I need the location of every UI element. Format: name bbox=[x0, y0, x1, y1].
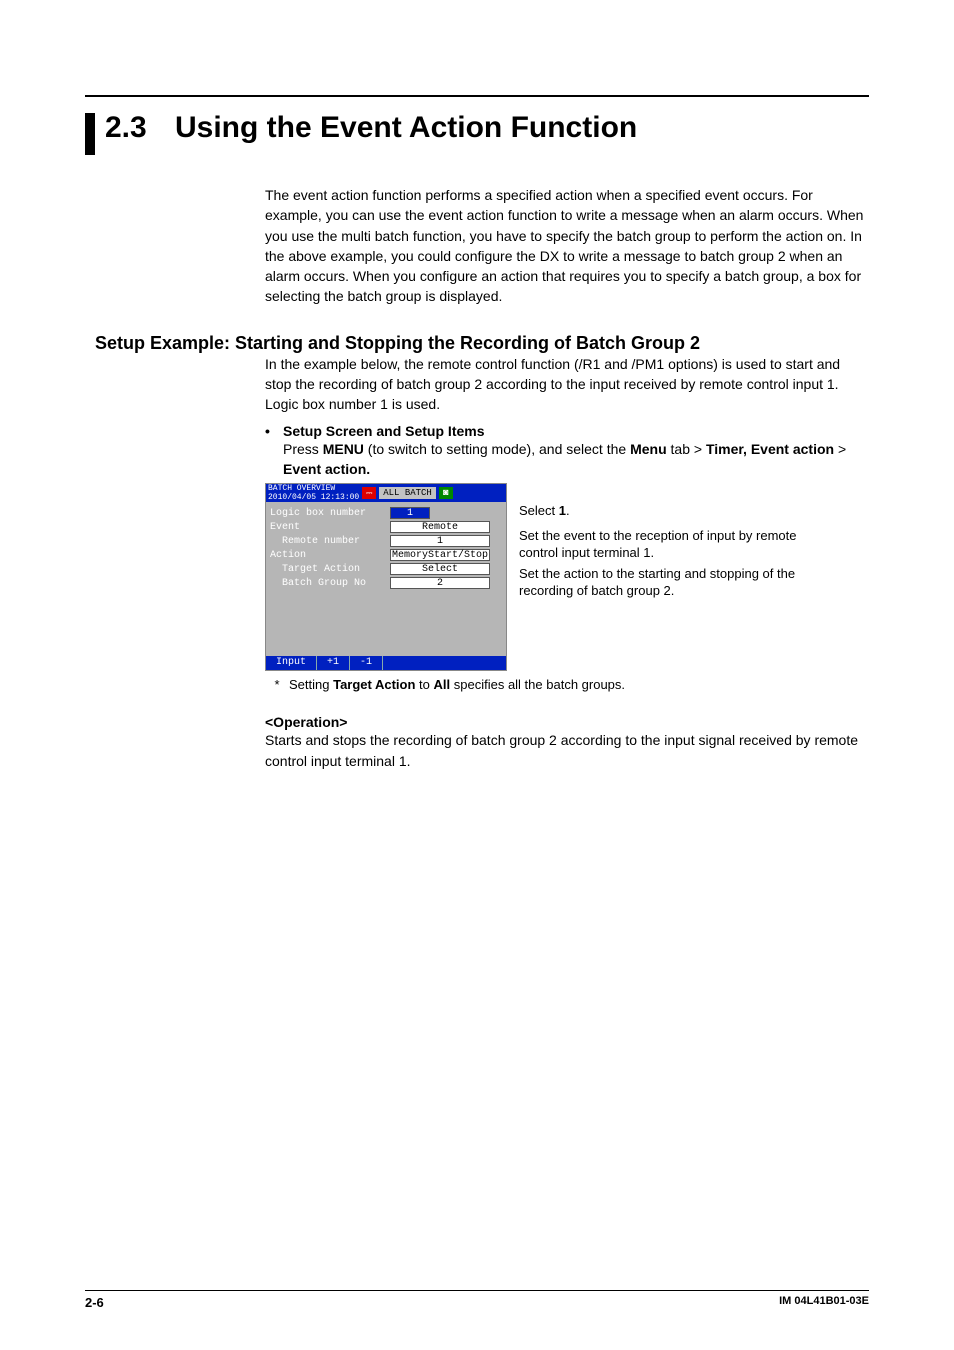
footnote-asterisk: * bbox=[265, 677, 289, 692]
setup-intro-text: In the example below, the remote control… bbox=[265, 354, 869, 415]
field-action: MemoryStart/Stop bbox=[390, 549, 490, 561]
footnote: * Setting Target Action to All specifies… bbox=[265, 677, 869, 692]
press-p1: Press bbox=[283, 441, 323, 457]
operation-heading: <Operation> bbox=[265, 714, 869, 730]
row-remote: Remote number 1 bbox=[270, 534, 502, 548]
device-titlebar: BATCH OVERVIEW 2010/04/05 12:13:00 ⎓ ALL… bbox=[266, 484, 506, 502]
operation-text: Starts and stops the recording of batch … bbox=[265, 730, 869, 771]
callout-1c: . bbox=[566, 503, 570, 518]
label-target: Target Action bbox=[270, 564, 390, 575]
page-number: 2-6 bbox=[85, 1295, 104, 1310]
setup-bullet-title: Setup Screen and Setup Items bbox=[283, 423, 485, 439]
fn-p1: Setting bbox=[289, 677, 333, 692]
heading-marker bbox=[85, 113, 95, 155]
row-logic: Logic box number 1 bbox=[270, 506, 502, 520]
press-menu-line: Press MENU (to switch to setting mode), … bbox=[283, 439, 869, 480]
bullet-dot-icon: • bbox=[265, 423, 283, 439]
intro-text: The event action function performs a spe… bbox=[265, 185, 869, 307]
footnote-text: Setting Target Action to All specifies a… bbox=[289, 677, 625, 692]
press-p3: (to switch to setting mode), and select … bbox=[364, 441, 630, 457]
fn-p2: Target Action bbox=[333, 677, 415, 692]
fn-p3: to bbox=[415, 677, 433, 692]
setup-bullet: • Setup Screen and Setup Items bbox=[265, 423, 869, 439]
device-title: BATCH OVERVIEW bbox=[268, 484, 359, 493]
label-remote: Remote number bbox=[270, 536, 390, 547]
device-datetime: 2010/04/05 12:13:00 bbox=[268, 493, 359, 502]
device-body: Logic box number 1 Event Remote Remote n… bbox=[266, 502, 506, 656]
callout-2: Set the event to the reception of input … bbox=[519, 528, 799, 562]
press-p7: > bbox=[834, 441, 846, 457]
press-p8: Event action. bbox=[283, 461, 370, 477]
row-target: Target Action Select bbox=[270, 562, 502, 576]
page-footer: 2-6 IM 04L41B01-03E bbox=[85, 1290, 869, 1310]
press-p4: Menu bbox=[630, 441, 667, 457]
callout-1: Select 1. bbox=[519, 503, 809, 520]
section-heading: 2.3 Using the Event Action Function bbox=[85, 111, 869, 155]
device-bottom-bar: Input +1 -1 bbox=[266, 656, 506, 670]
section-top-rule bbox=[85, 95, 869, 97]
label-action: Action bbox=[270, 550, 390, 561]
device-red-icon: ⎓ bbox=[362, 487, 376, 499]
intro-paragraph: The event action function performs a spe… bbox=[265, 185, 869, 307]
device-title-block: BATCH OVERVIEW 2010/04/05 12:13:00 bbox=[268, 484, 359, 502]
press-p2: MENU bbox=[323, 441, 364, 457]
callout-1a: Select bbox=[519, 503, 559, 518]
label-batch: Batch Group No bbox=[270, 578, 390, 589]
section-title: Using the Event Action Function bbox=[175, 111, 637, 145]
setup-example-heading: Setup Example: Starting and Stopping the… bbox=[95, 333, 869, 354]
field-target: Select bbox=[390, 563, 490, 575]
field-remote: 1 bbox=[390, 535, 490, 547]
bottom-input: Input bbox=[266, 656, 317, 670]
row-event: Event Remote bbox=[270, 520, 502, 534]
row-action: Action MemoryStart/Stop bbox=[270, 548, 502, 562]
section-number: 2.3 bbox=[105, 111, 175, 145]
bottom-plus: +1 bbox=[317, 656, 350, 670]
row-batch: Batch Group No 2 bbox=[270, 576, 502, 590]
field-batch: 2 bbox=[390, 577, 490, 589]
device-figure: BATCH OVERVIEW 2010/04/05 12:13:00 ⎓ ALL… bbox=[265, 483, 869, 671]
fn-p4: All bbox=[434, 677, 451, 692]
callout-3: Set the action to the starting and stopp… bbox=[519, 566, 809, 600]
label-logic: Logic box number bbox=[270, 508, 390, 519]
press-p6: Timer, Event action bbox=[706, 441, 834, 457]
bottom-minus: -1 bbox=[350, 656, 383, 670]
device-green-icon: ◙ bbox=[439, 487, 453, 499]
field-logic: 1 bbox=[390, 507, 430, 519]
device-all-batch: ALL BATCH bbox=[379, 487, 436, 499]
callout-1b: 1 bbox=[559, 503, 566, 518]
field-event: Remote bbox=[390, 521, 490, 533]
fn-p5: specifies all the batch groups. bbox=[450, 677, 625, 692]
press-p5: tab > bbox=[667, 441, 706, 457]
device-screenshot: BATCH OVERVIEW 2010/04/05 12:13:00 ⎓ ALL… bbox=[265, 483, 507, 671]
label-event: Event bbox=[270, 522, 390, 533]
callout-column: Select 1. Set the event to the reception… bbox=[519, 483, 809, 671]
doc-id: IM 04L41B01-03E bbox=[779, 1295, 869, 1310]
